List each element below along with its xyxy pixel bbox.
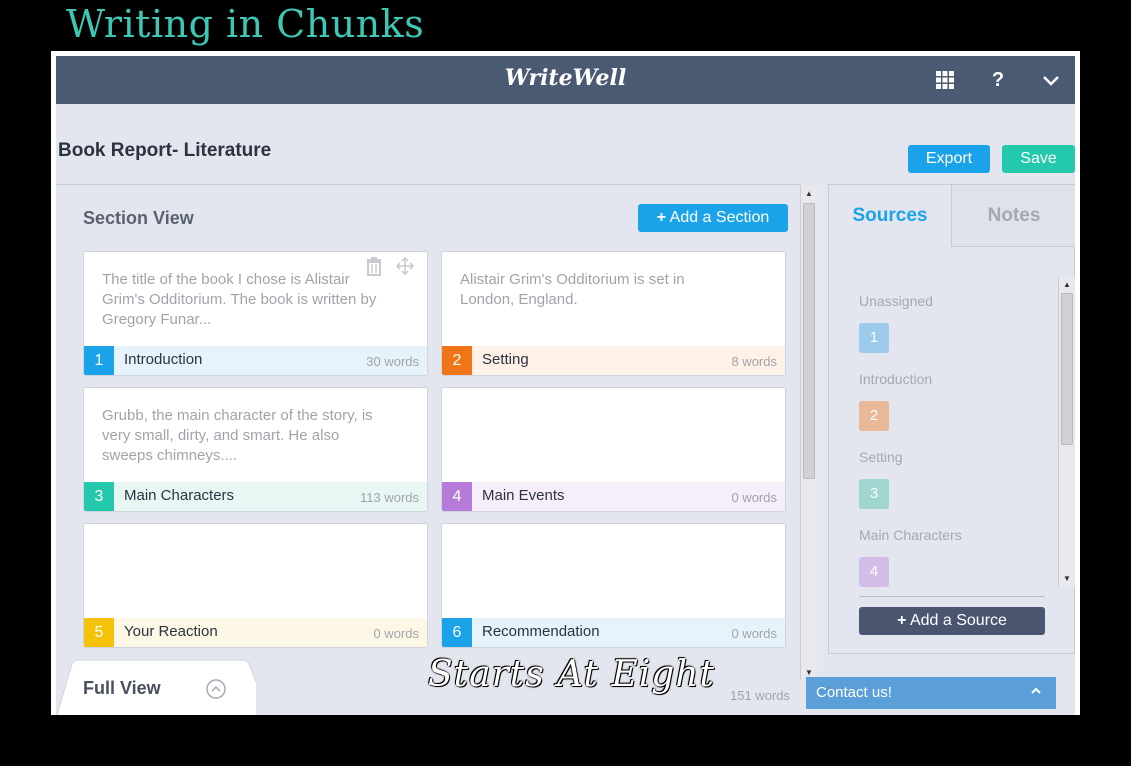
section-card[interactable]: 5 Your Reaction 0 words — [83, 523, 428, 648]
watermark: Starts At Eight — [428, 654, 715, 695]
document-title: Book Report- Literature — [58, 140, 272, 161]
section-footer: 5 Your Reaction 0 words — [84, 618, 427, 647]
section-preview-text: The title of the book I chose is Alistai… — [102, 271, 377, 328]
export-button[interactable]: Export — [908, 145, 990, 173]
chevron-up-icon[interactable] — [1030, 677, 1042, 709]
add-source-button[interactable]: + Add a Source — [859, 607, 1045, 635]
section-word-count: 30 words — [366, 354, 419, 369]
section-card[interactable]: 4 Main Events 0 words — [441, 387, 786, 512]
section-card[interactable]: The title of the book I chose is Alistai… — [83, 251, 428, 376]
section-word-count: 0 words — [731, 626, 777, 641]
source-badge[interactable]: 2 — [859, 401, 889, 431]
section-view-title: Section View — [83, 208, 194, 228]
overlay-title: Writing in Chunks — [66, 2, 425, 46]
section-word-count: 0 words — [731, 490, 777, 505]
tab-notes[interactable]: Notes — [951, 185, 1075, 247]
scroll-thumb[interactable] — [803, 203, 815, 479]
contact-us-bar[interactable]: Contact us! — [806, 677, 1056, 709]
section-view-panel: Section View + Add a Section The title o… — [56, 184, 817, 715]
source-group-label: Introduction — [859, 371, 933, 387]
section-preview-text: Alistair Grim's Odditorium is set in Lon… — [460, 271, 685, 308]
tab-sources[interactable]: Sources — [829, 185, 951, 247]
source-group-label: Unassigned — [859, 293, 933, 309]
sources-panel: Sources Notes Unassigned 1 Introduction 2 Se… — [828, 184, 1075, 654]
add-source-label: Add a Source — [909, 612, 1007, 629]
section-number: 5 — [84, 618, 114, 647]
section-scrollbar[interactable]: ▲ ▼ — [800, 185, 817, 680]
plus-icon: + — [656, 209, 667, 226]
source-badge[interactable]: 1 — [859, 323, 889, 353]
add-section-button[interactable]: + Add a Section — [638, 204, 788, 232]
section-footer: 3 Main Characters 113 words — [84, 482, 427, 511]
section-number: 1 — [84, 346, 114, 375]
section-number: 4 — [442, 482, 472, 511]
section-word-count: 0 words — [373, 626, 419, 641]
card-tools — [365, 256, 415, 281]
writewell-app: WriteWell ? Book Report- Literature Expo… — [56, 56, 1075, 715]
trash-icon[interactable] — [365, 256, 383, 281]
total-word-count: 151 words — [730, 688, 790, 703]
section-label: Your Reaction — [124, 623, 218, 640]
section-card[interactable]: 6 Recommendation 0 words — [441, 523, 786, 648]
help-icon[interactable]: ? — [986, 68, 1010, 92]
chevron-down-icon[interactable] — [1039, 68, 1063, 92]
section-footer: 2 Setting 8 words — [442, 346, 785, 375]
section-number: 6 — [442, 618, 472, 647]
section-preview-text: Grubb, the main character of the story, … — [102, 407, 373, 464]
section-label: Recommendation — [482, 623, 600, 640]
source-group-label: Setting — [859, 449, 903, 465]
section-footer: 1 Introduction 30 words — [84, 346, 427, 375]
top-bar: WriteWell ? — [56, 56, 1075, 104]
scroll-up-arrow[interactable]: ▲ — [805, 189, 813, 198]
source-group-label: Main Characters — [859, 527, 962, 543]
section-number: 2 — [442, 346, 472, 375]
scroll-up-arrow[interactable]: ▲ — [1063, 280, 1071, 289]
section-footer: 6 Recommendation 0 words — [442, 618, 785, 647]
section-label: Main Events — [482, 487, 565, 504]
section-number: 3 — [84, 482, 114, 511]
grid-icon[interactable] — [933, 68, 957, 92]
section-word-count: 113 words — [359, 490, 419, 505]
move-icon[interactable] — [395, 256, 415, 281]
brand-logo: WriteWell — [504, 65, 627, 91]
contact-us-label: Contact us! — [816, 684, 892, 701]
scroll-thumb[interactable] — [1061, 293, 1073, 445]
source-badge[interactable]: 4 — [859, 557, 889, 587]
add-section-label: Add a Section — [669, 209, 770, 226]
section-card[interactable]: Alistair Grim's Odditorium is set in Lon… — [441, 251, 786, 376]
section-label: Setting — [482, 351, 529, 368]
section-footer: 4 Main Events 0 words — [442, 482, 785, 511]
source-badge[interactable]: 3 — [859, 479, 889, 509]
section-word-count: 8 words — [731, 354, 777, 369]
section-label: Introduction — [124, 351, 203, 368]
expand-icon[interactable] — [206, 679, 226, 704]
divider — [859, 596, 1045, 597]
section-label: Main Characters — [124, 487, 235, 504]
section-card[interactable]: Grubb, the main character of the story, … — [83, 387, 428, 512]
plus-icon: + — [897, 612, 907, 629]
save-button[interactable]: Save — [1002, 145, 1075, 173]
scroll-down-arrow[interactable]: ▼ — [1063, 574, 1071, 583]
sources-scrollbar[interactable]: ▲ ▼ — [1058, 277, 1075, 587]
full-view-label: Full View — [83, 678, 161, 698]
scroll-down-arrow[interactable]: ▼ — [805, 668, 813, 677]
